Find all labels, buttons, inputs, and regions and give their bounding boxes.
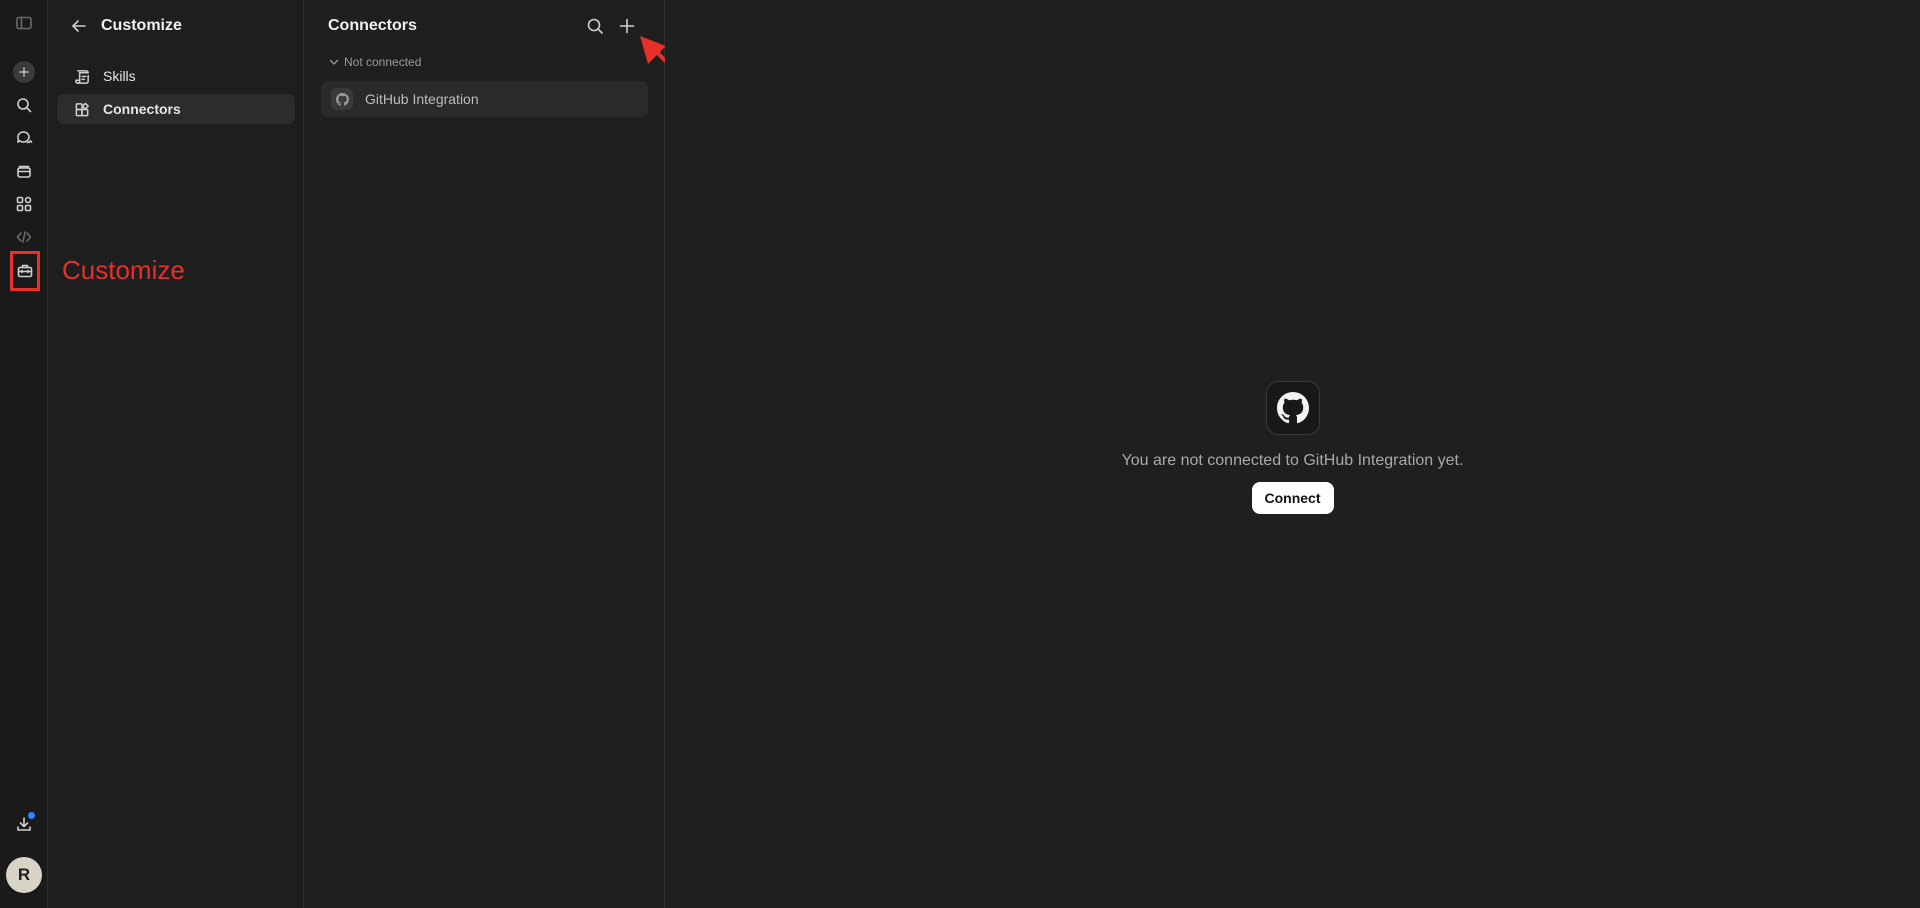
chevron-down-icon [328, 56, 340, 68]
not-connected-group-toggle[interactable]: Not connected [328, 55, 421, 69]
notification-dot [28, 812, 35, 819]
sidebar-item-label: Connectors [103, 101, 181, 117]
connect-button[interactable]: Connect [1251, 482, 1334, 514]
skills-icon [73, 67, 91, 85]
connectors-pane: Connectors Not connected GitHub Integrat… [304, 0, 665, 908]
not-connected-message: You are not connected to GitHub Integrat… [1121, 452, 1464, 469]
artifacts-icon[interactable] [11, 191, 37, 217]
projects-icon[interactable] [11, 158, 37, 184]
sidebar-item-label: Skills [103, 68, 136, 84]
customize-sidebar: Customize Skills Connectors [49, 0, 304, 908]
back-arrow-icon[interactable] [69, 16, 89, 36]
connector-detail: You are not connected to GitHub Integrat… [665, 0, 1920, 908]
connectors-title: Connectors [328, 17, 417, 34]
connector-name: GitHub Integration [365, 91, 479, 107]
code-icon[interactable] [11, 224, 37, 250]
connectors-icon [73, 100, 91, 118]
annotation-label: Customize [62, 255, 185, 285]
chats-icon[interactable] [11, 125, 37, 151]
search-icon[interactable] [584, 15, 606, 37]
icon-rail: R [0, 0, 48, 908]
new-chat-icon[interactable] [13, 61, 35, 83]
avatar-initial: R [17, 865, 31, 884]
download-icon[interactable] [11, 811, 37, 837]
connector-item-github[interactable]: GitHub Integration [321, 81, 648, 117]
sidebar-header: Customize [69, 14, 182, 38]
empty-state: You are not connected to GitHub Integrat… [665, 381, 1920, 514]
github-icon [331, 88, 353, 110]
app-window: R Customize Skills Connectors Customize … [0, 0, 1920, 908]
sidebar-toggle-icon[interactable] [11, 10, 37, 36]
github-icon [1265, 381, 1320, 435]
avatar[interactable]: R [6, 857, 42, 893]
group-label: Not connected [344, 55, 422, 69]
customize-icon[interactable] [10, 251, 40, 291]
add-connector-icon[interactable] [616, 15, 638, 37]
search-icon[interactable] [11, 92, 37, 118]
sidebar-item-skills[interactable]: Skills [57, 61, 295, 91]
sidebar-title: Customize [101, 17, 182, 34]
sidebar-item-connectors[interactable]: Connectors [57, 94, 295, 124]
